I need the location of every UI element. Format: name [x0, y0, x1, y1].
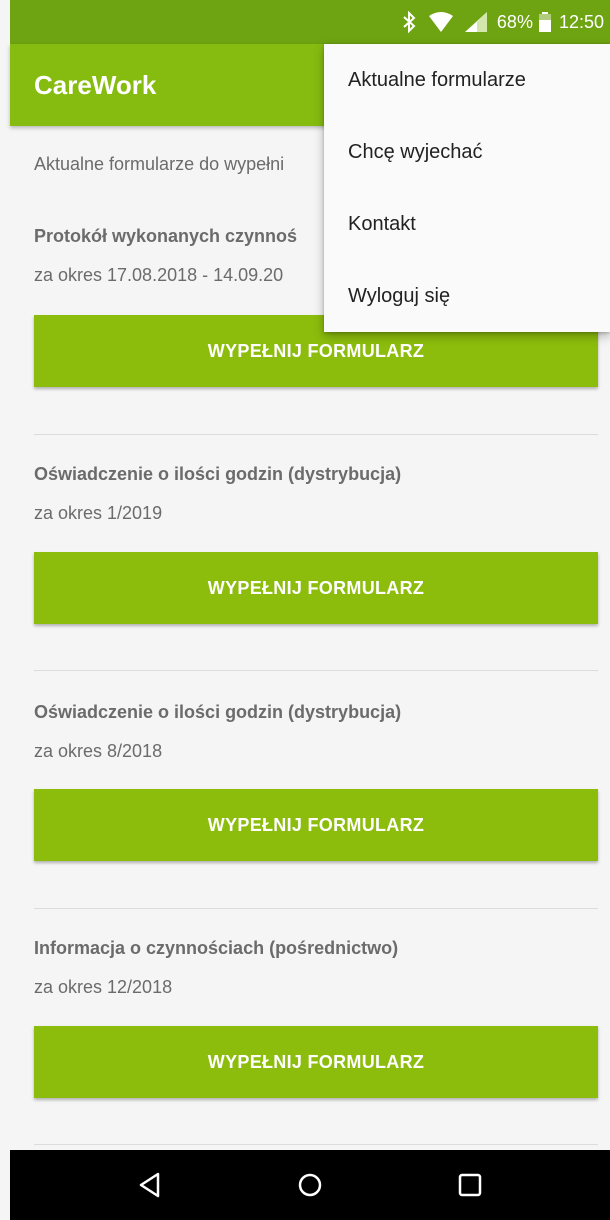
home-icon[interactable]	[290, 1165, 330, 1205]
wifi-icon	[428, 12, 453, 32]
menu-item-contact[interactable]: Kontakt	[324, 188, 610, 260]
menu-item-logout[interactable]: Wyloguj się	[324, 260, 610, 332]
divider	[34, 434, 598, 435]
status-bar: 68% 12:50	[10, 0, 610, 44]
clock: 12:50	[558, 11, 604, 32]
navigation-bar	[10, 1150, 610, 1220]
fill-form-button[interactable]: WYPEŁNIJ FORMULARZ	[34, 789, 598, 861]
menu-item-current-forms[interactable]: Aktualne formularze	[324, 44, 610, 116]
form-period: za okres 12/2018	[34, 977, 173, 997]
bluetooth-icon	[401, 11, 417, 33]
battery-icon	[538, 12, 551, 32]
back-icon[interactable]	[130, 1165, 170, 1205]
signal-icon	[464, 12, 487, 32]
divider	[34, 1144, 598, 1145]
overflow-menu: Aktualne formularze Chcę wyjechać Kontak…	[324, 44, 610, 332]
fill-form-button[interactable]: WYPEŁNIJ FORMULARZ	[34, 552, 598, 624]
menu-item-want-to-leave[interactable]: Chcę wyjechać	[324, 116, 610, 188]
form-title: Oświadczenie o ilości godzin (dystrybucj…	[34, 464, 402, 484]
app-title: CareWork	[34, 69, 157, 100]
divider	[34, 908, 598, 909]
form-title: Informacja o czynnościach (pośrednictwo)	[34, 938, 399, 958]
divider	[34, 670, 598, 671]
battery-percent: 68%	[496, 11, 533, 32]
intro-text: Aktualne formularze do wypełni	[34, 154, 285, 174]
form-item: Oświadczenie o ilości godzin (dystrybucj…	[34, 464, 598, 624]
form-period: za okres 8/2018	[34, 741, 163, 761]
recents-icon[interactable]	[450, 1165, 490, 1205]
form-title: Oświadczenie o ilości godzin (dystrybucj…	[34, 702, 402, 722]
fill-form-button[interactable]: WYPEŁNIJ FORMULARZ	[34, 1026, 598, 1098]
form-item: Oświadczenie o ilości godzin (dystrybucj…	[34, 702, 598, 861]
form-period: za okres 1/2019	[34, 503, 163, 523]
form-item: Informacja o czynnościach (pośrednictwo)…	[34, 938, 598, 1098]
